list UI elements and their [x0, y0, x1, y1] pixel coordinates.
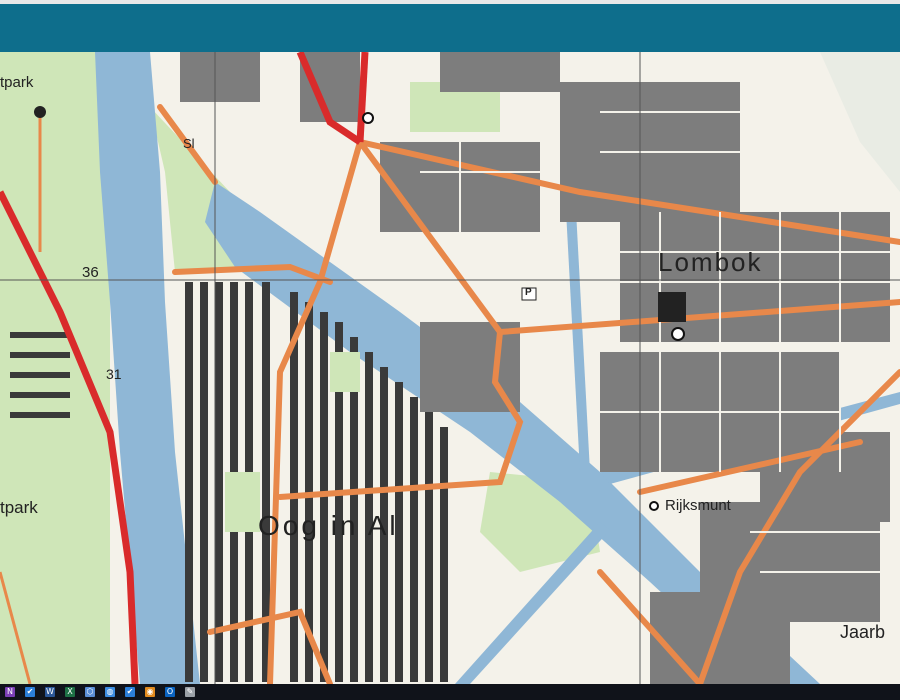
onenote-icon: N	[5, 687, 15, 697]
map-grid-label-36: 36	[82, 264, 99, 281]
map-label-sl: Sl	[183, 136, 195, 151]
map-label-park-top: tpark	[0, 74, 34, 91]
title-strip	[0, 0, 900, 4]
outlook-icon: O	[165, 687, 175, 697]
taskbar-word-icon[interactable]: W	[42, 685, 58, 699]
map-label-lombok: Lombok	[658, 247, 763, 277]
network-icon: ⬡	[85, 687, 95, 697]
taskbar-media-icon[interactable]: ◉	[142, 685, 158, 699]
word-icon: W	[45, 687, 55, 697]
map-label-park-bottom: tpark	[0, 498, 38, 517]
map-label-jaarb: Jaarb	[840, 622, 886, 642]
taskbar-tools-icon[interactable]: ✎	[182, 685, 198, 699]
excel-icon: X	[65, 687, 75, 697]
globe-icon: ◍	[105, 687, 115, 697]
taskbar-check-icon[interactable]: ✔	[22, 685, 38, 699]
map-canvas	[0, 52, 900, 684]
taskbar-excel-icon[interactable]: X	[62, 685, 78, 699]
topographic-map[interactable]: Lombok Oog in Al Rijksmunt Jaarb tpark t…	[0, 52, 900, 684]
map-grid-label-31: 31	[106, 366, 122, 382]
check-icon: ✔	[25, 687, 35, 697]
map-label-parking: P	[525, 287, 532, 298]
taskbar-globe-icon[interactable]: ◍	[102, 685, 118, 699]
media-icon: ◉	[145, 687, 155, 697]
taskbar-network-icon[interactable]: ⬡	[82, 685, 98, 699]
check-icon-2: ✔	[125, 687, 135, 697]
tools-icon: ✎	[185, 687, 195, 697]
taskbar: N ✔ W X ⬡ ◍ ✔ ◉ O ✎	[0, 684, 900, 700]
map-label-rijksmunt: Rijksmunt	[665, 497, 731, 514]
taskbar-onenote-icon[interactable]: N	[2, 685, 18, 699]
taskbar-outlook-icon[interactable]: O	[162, 685, 178, 699]
taskbar-check-icon-2[interactable]: ✔	[122, 685, 138, 699]
map-label-oog-in-al: Oog in Al	[258, 510, 399, 541]
app-header-bar	[0, 0, 900, 52]
